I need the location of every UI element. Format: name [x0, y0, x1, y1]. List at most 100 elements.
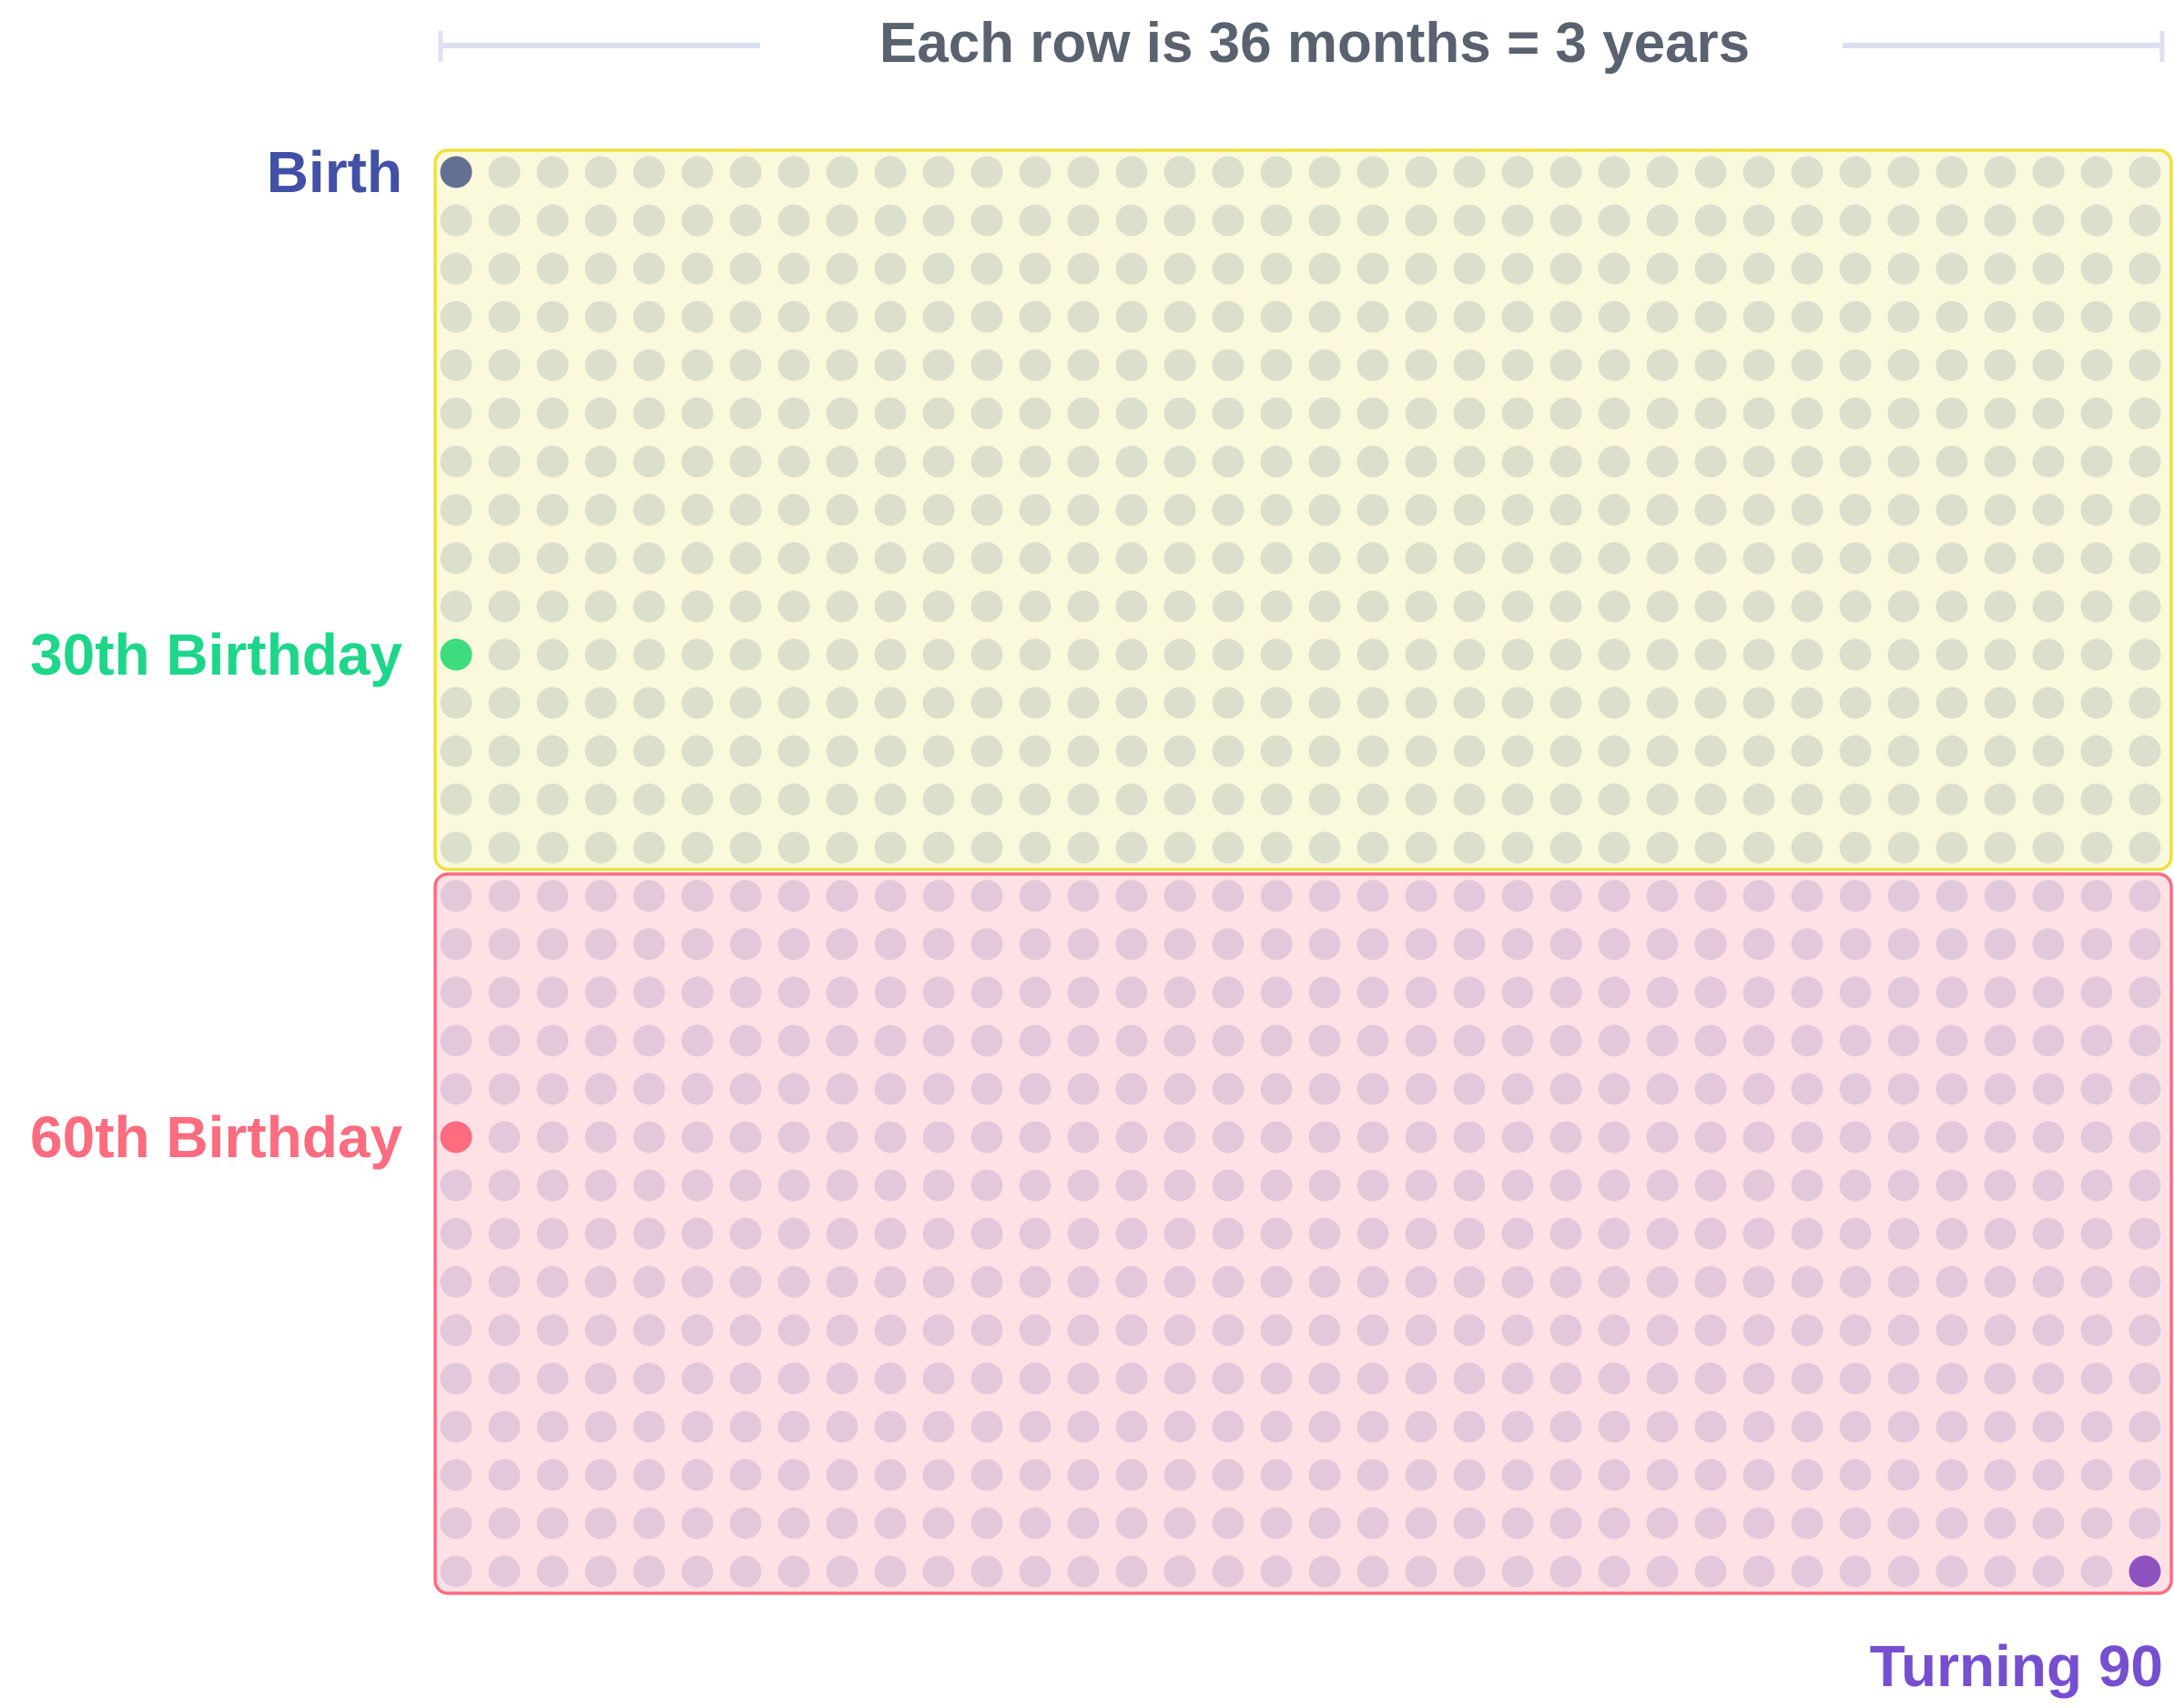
month-dot	[1791, 542, 1824, 574]
month-dot	[1115, 1555, 1148, 1588]
month-dot	[1549, 542, 1582, 574]
month-dot	[1067, 976, 1100, 1009]
month-dot	[1308, 156, 1341, 188]
month-dot	[488, 1507, 521, 1540]
month-dot	[874, 1459, 907, 1491]
month-dot	[536, 542, 569, 574]
month-dot	[1019, 976, 1051, 1009]
month-dot	[1646, 879, 1679, 912]
month-dot	[536, 1314, 569, 1347]
month-dot	[440, 879, 472, 912]
month-dot	[1453, 1169, 1486, 1202]
month-dot	[681, 686, 714, 719]
month-dot	[1984, 204, 2017, 237]
month-dot	[826, 1121, 858, 1154]
month-dot	[1163, 735, 1196, 768]
month-dot	[681, 1024, 714, 1057]
month-dot	[1984, 1024, 2017, 1057]
month-dot	[536, 349, 569, 381]
month-dot	[777, 1410, 810, 1443]
month-dot	[826, 1410, 858, 1443]
month-dot	[2128, 976, 2161, 1009]
month-dot	[1935, 1169, 1968, 1202]
month-dot	[1598, 1362, 1630, 1395]
month-dot	[633, 590, 665, 623]
month-dot	[729, 1362, 762, 1395]
month-dot	[1791, 783, 1824, 816]
month-dot	[826, 928, 858, 961]
month-dot	[1405, 1169, 1437, 1202]
month-dot	[1742, 1121, 1775, 1154]
month-dot	[536, 783, 569, 816]
month-dot	[1405, 976, 1437, 1009]
month-dot	[1598, 445, 1630, 478]
month-dot	[1115, 831, 1148, 864]
month-dot	[826, 1073, 858, 1105]
month-dot	[922, 1410, 955, 1443]
month-dot	[1742, 204, 1775, 237]
month-dot	[777, 1073, 810, 1105]
month-dot	[1839, 542, 1872, 574]
month-dot	[970, 1024, 1003, 1057]
month-dot	[1212, 783, 1244, 816]
month-dot	[1694, 590, 1727, 623]
month-dot	[729, 783, 762, 816]
month-dot	[1598, 1024, 1630, 1057]
month-dot	[584, 204, 617, 237]
month-dot	[681, 542, 714, 574]
month-dot	[2128, 831, 2161, 864]
month-dot	[2128, 1410, 2161, 1443]
month-dot	[1742, 590, 1775, 623]
month-dot	[2032, 831, 2065, 864]
month-dot	[970, 831, 1003, 864]
month-dot	[729, 1073, 762, 1105]
month-dot	[1646, 1555, 1679, 1588]
month-dot	[826, 879, 858, 912]
month-dot	[1935, 1073, 1968, 1105]
month-dot	[440, 590, 472, 623]
month-dot	[1935, 300, 1968, 333]
month-dot	[1887, 445, 1920, 478]
month-dot	[1405, 638, 1437, 671]
month-dot	[1067, 1507, 1100, 1540]
month-dot	[1791, 445, 1824, 478]
month-dot	[1308, 638, 1341, 671]
month-dot	[1935, 493, 1968, 526]
month-dot	[1839, 1459, 1872, 1491]
month-dot	[1501, 204, 1534, 237]
month-dot	[1646, 1410, 1679, 1443]
month-dot	[826, 1555, 858, 1588]
month-dot	[826, 831, 858, 864]
month-dot	[922, 349, 955, 381]
month-dot	[1019, 1507, 1051, 1540]
month-dot	[2032, 1459, 2065, 1491]
month-dot	[1887, 204, 1920, 237]
month-dot	[874, 1217, 907, 1250]
month-dot	[1163, 1507, 1196, 1540]
month-dot	[633, 445, 665, 478]
month-dot	[2080, 1024, 2113, 1057]
month-dot	[633, 1121, 665, 1154]
month-dot	[1163, 831, 1196, 864]
month-dot	[536, 686, 569, 719]
month-dot	[1887, 252, 1920, 285]
month-dot	[1453, 1410, 1486, 1443]
month-dot	[1019, 445, 1051, 478]
month-dot	[1742, 879, 1775, 912]
month-dot	[584, 252, 617, 285]
month-dot	[970, 204, 1003, 237]
month-dot	[970, 1410, 1003, 1443]
month-dot	[1405, 831, 1437, 864]
month-dot	[1067, 300, 1100, 333]
month-dot	[1356, 300, 1389, 333]
month-dot	[1453, 204, 1486, 237]
month-dot	[1356, 1217, 1389, 1250]
month-dot	[1356, 1121, 1389, 1154]
month-dot	[536, 590, 569, 623]
month-dot	[1839, 204, 1872, 237]
month-dot	[874, 252, 907, 285]
month-dot	[681, 1266, 714, 1298]
month-dot	[1791, 1217, 1824, 1250]
month-dot	[1067, 1024, 1100, 1057]
month-dot	[1935, 542, 1968, 574]
